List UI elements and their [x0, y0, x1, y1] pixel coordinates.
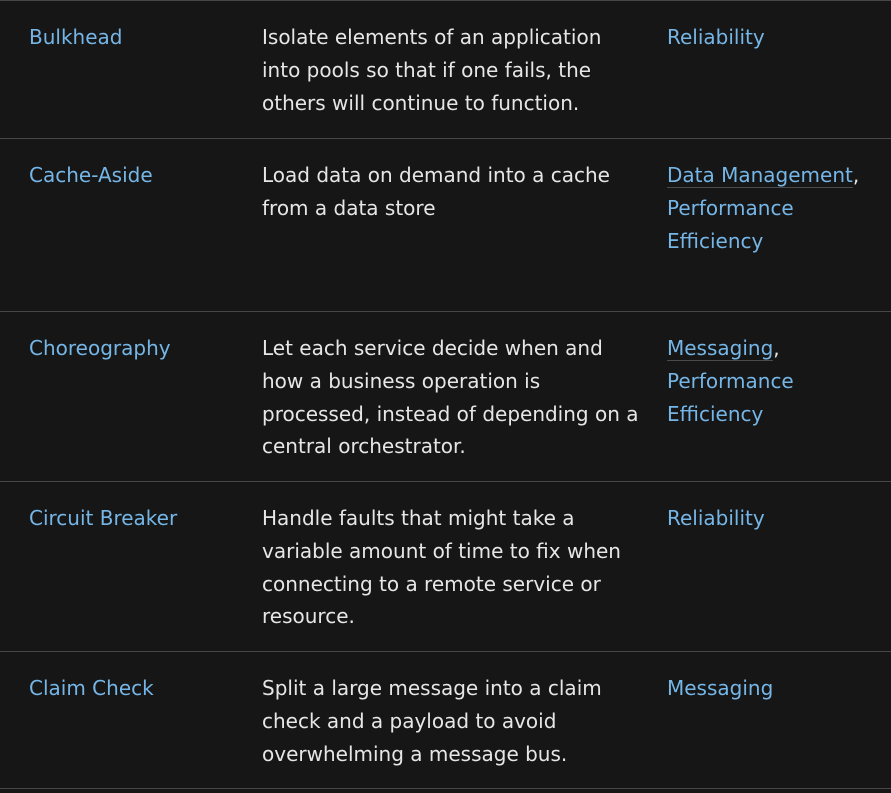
category-link-messaging[interactable]: Messaging	[667, 676, 773, 700]
pattern-description: Split a large message into a claim check…	[262, 676, 602, 766]
pattern-description: Handle faults that might take a variable…	[262, 506, 621, 629]
category-link-performance-efficiency[interactable]: Performance Efficiency	[667, 369, 794, 426]
patterns-table: Bulkhead Isolate elements of an applicat…	[0, 0, 891, 789]
pattern-link-cache-aside[interactable]: Cache-Aside	[29, 163, 153, 187]
table-row: Circuit Breaker Handle faults that might…	[0, 482, 891, 652]
category-link-data-management[interactable]: Data Management	[667, 163, 853, 188]
pattern-name-cell: Claim Check	[0, 672, 262, 788]
pattern-categories: Data Management, Performance Efficiency	[667, 159, 891, 311]
pattern-description: Isolate elements of an application into …	[262, 25, 602, 115]
category-link-reliability[interactable]: Reliability	[667, 25, 765, 49]
pattern-link-choreography[interactable]: Choreography	[29, 336, 171, 360]
pattern-link-bulkhead[interactable]: Bulkhead	[29, 25, 122, 49]
category-separator: ,	[773, 336, 780, 360]
table-row: Claim Check Split a large message into a…	[0, 652, 891, 789]
category-separator: ,	[852, 163, 860, 187]
pattern-link-circuit-breaker[interactable]: Circuit Breaker	[29, 506, 177, 530]
pattern-link-claim-check[interactable]: Claim Check	[29, 676, 154, 700]
pattern-description: Let each service decide when and how a b…	[262, 336, 639, 459]
pattern-categories: Reliability	[667, 21, 891, 138]
table-row: Choreography Let each service decide whe…	[0, 312, 891, 482]
pattern-name-cell: Circuit Breaker	[0, 502, 262, 651]
category-link-messaging[interactable]: Messaging	[667, 336, 774, 361]
category-link-reliability[interactable]: Reliability	[667, 506, 765, 530]
pattern-name-cell: Bulkhead	[0, 21, 262, 138]
pattern-description: Load data on demand into a cache from a …	[262, 163, 610, 220]
pattern-categories: Reliability	[667, 502, 891, 651]
table-row: Bulkhead Isolate elements of an applicat…	[0, 1, 891, 139]
pattern-name-cell: Choreography	[0, 332, 262, 481]
pattern-name-cell: Cache-Aside	[0, 159, 262, 311]
pattern-categories: Messaging	[667, 672, 891, 788]
category-link-performance-efficiency[interactable]: Performance Efficiency	[667, 196, 794, 253]
pattern-categories: Messaging, Performance Efficiency	[667, 332, 891, 481]
table-row: Cache-Aside Load data on demand into a c…	[0, 139, 891, 312]
